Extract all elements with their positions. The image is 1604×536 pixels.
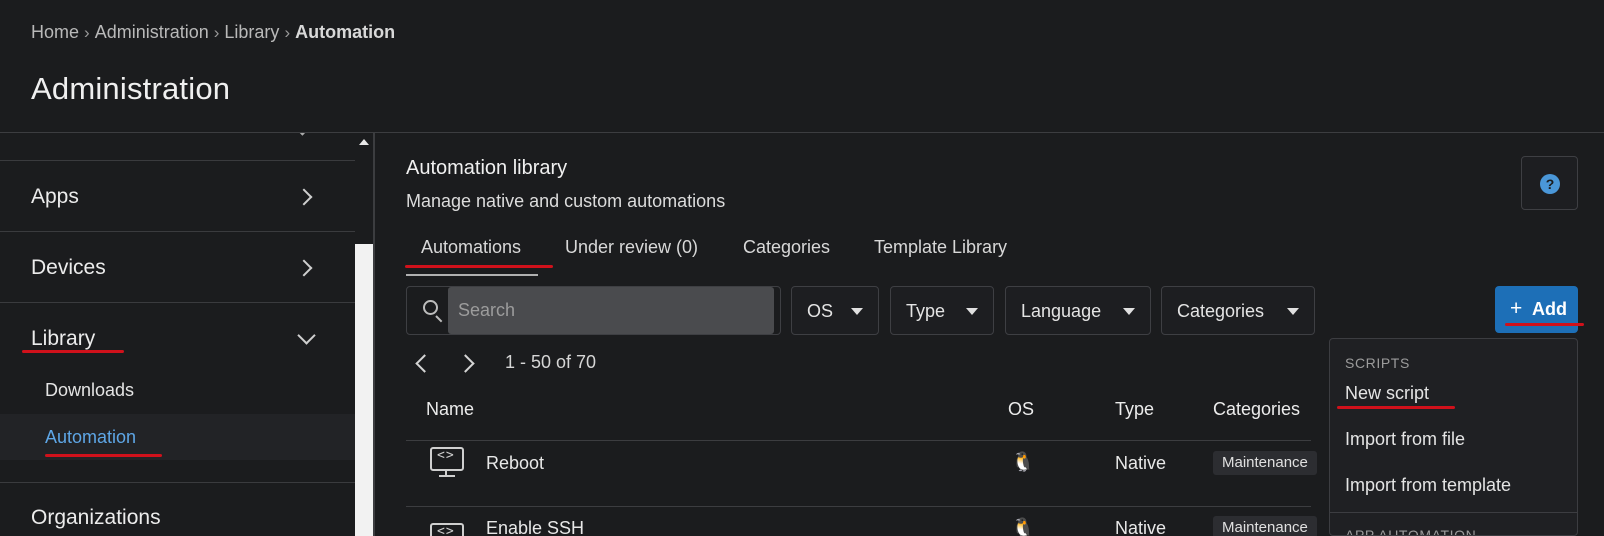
sidebar-scrollbar[interactable] (355, 133, 373, 536)
sidebar-item-apps[interactable]: Apps (0, 162, 355, 232)
menu-divider (1330, 512, 1577, 513)
annotation-underline (45, 454, 162, 457)
breadcrumb: Home › Administration › Library › Automa… (31, 22, 395, 43)
sidebar-item-library[interactable]: Library (0, 304, 355, 374)
section-subtitle: Manage native and custom automations (406, 191, 726, 211)
plus-icon: + (1510, 297, 1523, 320)
tab-template-library[interactable]: Template Library (874, 237, 1007, 258)
page-title: Administration (31, 71, 231, 106)
linux-icon: 🐧 (1011, 452, 1035, 473)
column-header-os[interactable]: OS (1008, 399, 1034, 420)
sidebar-subitem-label: Automation (45, 427, 137, 447)
breadcrumb-separator-icon: › (84, 22, 90, 42)
question-mark-icon: ? (1540, 174, 1560, 194)
script-icon: <> (430, 523, 464, 536)
tab-categories[interactable]: Categories (743, 237, 830, 258)
caret-down-icon (1123, 308, 1135, 315)
breadcrumb-separator-icon: › (213, 22, 220, 42)
table-header-divider (406, 440, 1311, 441)
column-header-categories[interactable]: Categories (1213, 399, 1300, 420)
script-icon: <> (430, 447, 464, 479)
column-header-name[interactable]: Name (426, 399, 474, 420)
filter-language[interactable]: Language (1005, 286, 1151, 335)
caret-down-icon (966, 308, 978, 315)
sidebar-item-automation[interactable]: Automation (0, 414, 355, 460)
filter-categories[interactable]: Categories (1161, 286, 1315, 335)
chevron-down-icon (295, 133, 307, 136)
annotation-underline (1505, 323, 1584, 326)
category-chip: Maintenance (1213, 451, 1317, 475)
active-tab-indicator (406, 274, 538, 276)
sidebar-item-label: Apps (31, 185, 79, 208)
sidebar-item-devices[interactable]: Devices (0, 233, 355, 303)
sidebar-subitem-label: Downloads (45, 380, 135, 400)
sidebar-item-label: Library (31, 327, 96, 350)
filter-type[interactable]: Type (890, 286, 994, 335)
row-name[interactable]: Reboot (486, 453, 544, 474)
add-button-label: Add (1532, 299, 1567, 319)
chevron-left-icon[interactable] (415, 354, 434, 373)
table-row-divider (406, 506, 1311, 507)
sidebar-item-downloads[interactable]: Downloads (0, 367, 355, 413)
search-input[interactable] (448, 287, 774, 334)
search-icon (423, 300, 443, 323)
annotation-underline (22, 350, 124, 353)
breadcrumb-home[interactable]: Home (31, 22, 79, 43)
caret-down-icon (851, 308, 863, 315)
add-dropdown-menu: SCRIPTS New script Import from file Impo… (1329, 338, 1578, 536)
filter-label: OS (807, 301, 834, 321)
search-box (406, 286, 781, 335)
menu-item-new-script[interactable]: New script (1330, 371, 1577, 417)
column-header-type[interactable]: Type (1115, 399, 1154, 420)
filter-os[interactable]: OS (791, 286, 879, 335)
menu-item-label: Import from template (1345, 475, 1512, 495)
sidebar-item-label: Devices (31, 256, 106, 279)
row-type: Native (1115, 518, 1167, 536)
filter-label: Language (1021, 301, 1102, 321)
tab-under-review[interactable]: Under review (0) (565, 237, 698, 258)
row-name[interactable]: Enable SSH (486, 518, 584, 536)
menu-item-import-from-file[interactable]: Import from file (1330, 417, 1577, 463)
sidebar-item-organizations[interactable]: Organizations (0, 483, 355, 536)
menu-item-label: Import from file (1345, 429, 1466, 449)
breadcrumb-administration[interactable]: Administration (95, 22, 209, 43)
sidebar-item-label: Organizations (31, 506, 161, 529)
help-button[interactable]: ? (1521, 156, 1578, 210)
breadcrumb-current: Automation (295, 22, 396, 42)
annotation-underline (405, 265, 553, 268)
annotation-underline (1337, 406, 1455, 409)
scroll-up-arrow-icon[interactable] (359, 139, 369, 145)
breadcrumb-library[interactable]: Library (224, 22, 279, 43)
linux-icon: 🐧 (1011, 518, 1035, 536)
section-title: Automation library (406, 157, 568, 179)
chevron-right-icon[interactable] (456, 354, 475, 373)
scrollbar-thumb[interactable] (355, 244, 373, 536)
sidebar: Apps Devices Library Downloads Automatio… (0, 133, 355, 536)
category-chip: Maintenance (1213, 516, 1317, 536)
filter-label: Categories (1177, 301, 1265, 321)
pagination-range: 1 - 50 of 70 (505, 352, 597, 372)
breadcrumb-separator-icon: › (284, 22, 291, 42)
tab-automations[interactable]: Automations (421, 237, 521, 258)
sidebar-item-partial[interactable] (0, 133, 355, 161)
menu-item-import-from-template[interactable]: Import from template (1330, 463, 1577, 509)
caret-down-icon (1287, 308, 1299, 315)
chevron-down-icon (297, 326, 316, 345)
menu-section-scripts: SCRIPTS (1345, 355, 1410, 371)
chevron-right-icon (295, 188, 313, 206)
menu-section-app-automation: APP AUTOMATION (1345, 527, 1477, 536)
menu-item-label: New script (1345, 383, 1430, 403)
filter-label: Type (906, 301, 946, 321)
chevron-right-icon (295, 259, 313, 277)
row-type: Native (1115, 453, 1167, 473)
